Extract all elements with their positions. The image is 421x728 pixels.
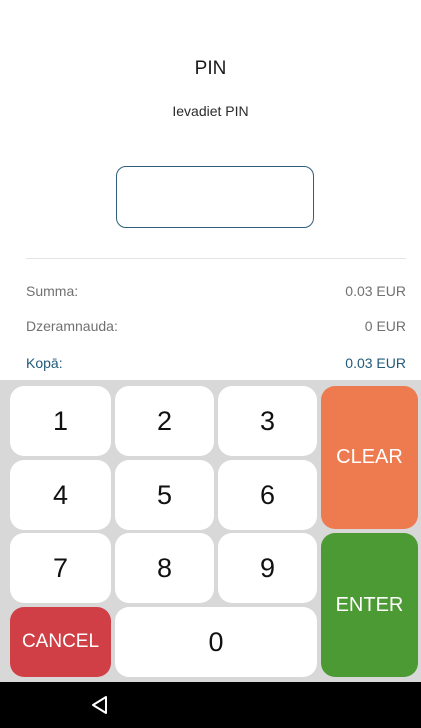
key-5[interactable]: 5 — [115, 460, 214, 530]
key-4[interactable]: 4 — [10, 460, 111, 530]
tip-value: 0 EUR — [364, 318, 406, 334]
page-title: PIN — [194, 58, 227, 79]
divider — [26, 258, 406, 259]
amount-value: 0.03 EUR — [345, 283, 406, 299]
summary-row-amount: Summa: 0.03 EUR — [26, 281, 406, 301]
key-2[interactable]: 2 — [115, 386, 214, 456]
key-8[interactable]: 8 — [115, 533, 214, 603]
cancel-button[interactable]: CANCEL — [10, 607, 111, 677]
total-value: 0.03 EUR — [345, 355, 406, 371]
system-nav-bar — [0, 682, 421, 728]
summary-row-tip: Dzeramnauda: 0 EUR — [26, 316, 406, 336]
key-1[interactable]: 1 — [10, 386, 111, 456]
key-7[interactable]: 7 — [10, 533, 111, 603]
summary-row-total: Kopā: 0.03 EUR — [26, 353, 406, 373]
pin-input[interactable] — [116, 166, 314, 228]
key-0[interactable]: 0 — [115, 607, 317, 677]
back-triangle-icon[interactable] — [89, 694, 111, 716]
keypad: 1 2 3 4 5 6 7 8 9 CANCEL 0 CLEAR ENTER — [0, 380, 421, 682]
tip-label: Dzeramnauda: — [26, 318, 118, 334]
key-3[interactable]: 3 — [218, 386, 317, 456]
key-6[interactable]: 6 — [218, 460, 317, 530]
enter-button[interactable]: ENTER — [321, 533, 418, 677]
page-subtitle: Ievadiet PIN — [172, 103, 249, 119]
total-label: Kopā: — [26, 355, 63, 371]
clear-button[interactable]: CLEAR — [321, 386, 418, 529]
amount-label: Summa: — [26, 283, 79, 299]
key-9[interactable]: 9 — [218, 533, 317, 603]
